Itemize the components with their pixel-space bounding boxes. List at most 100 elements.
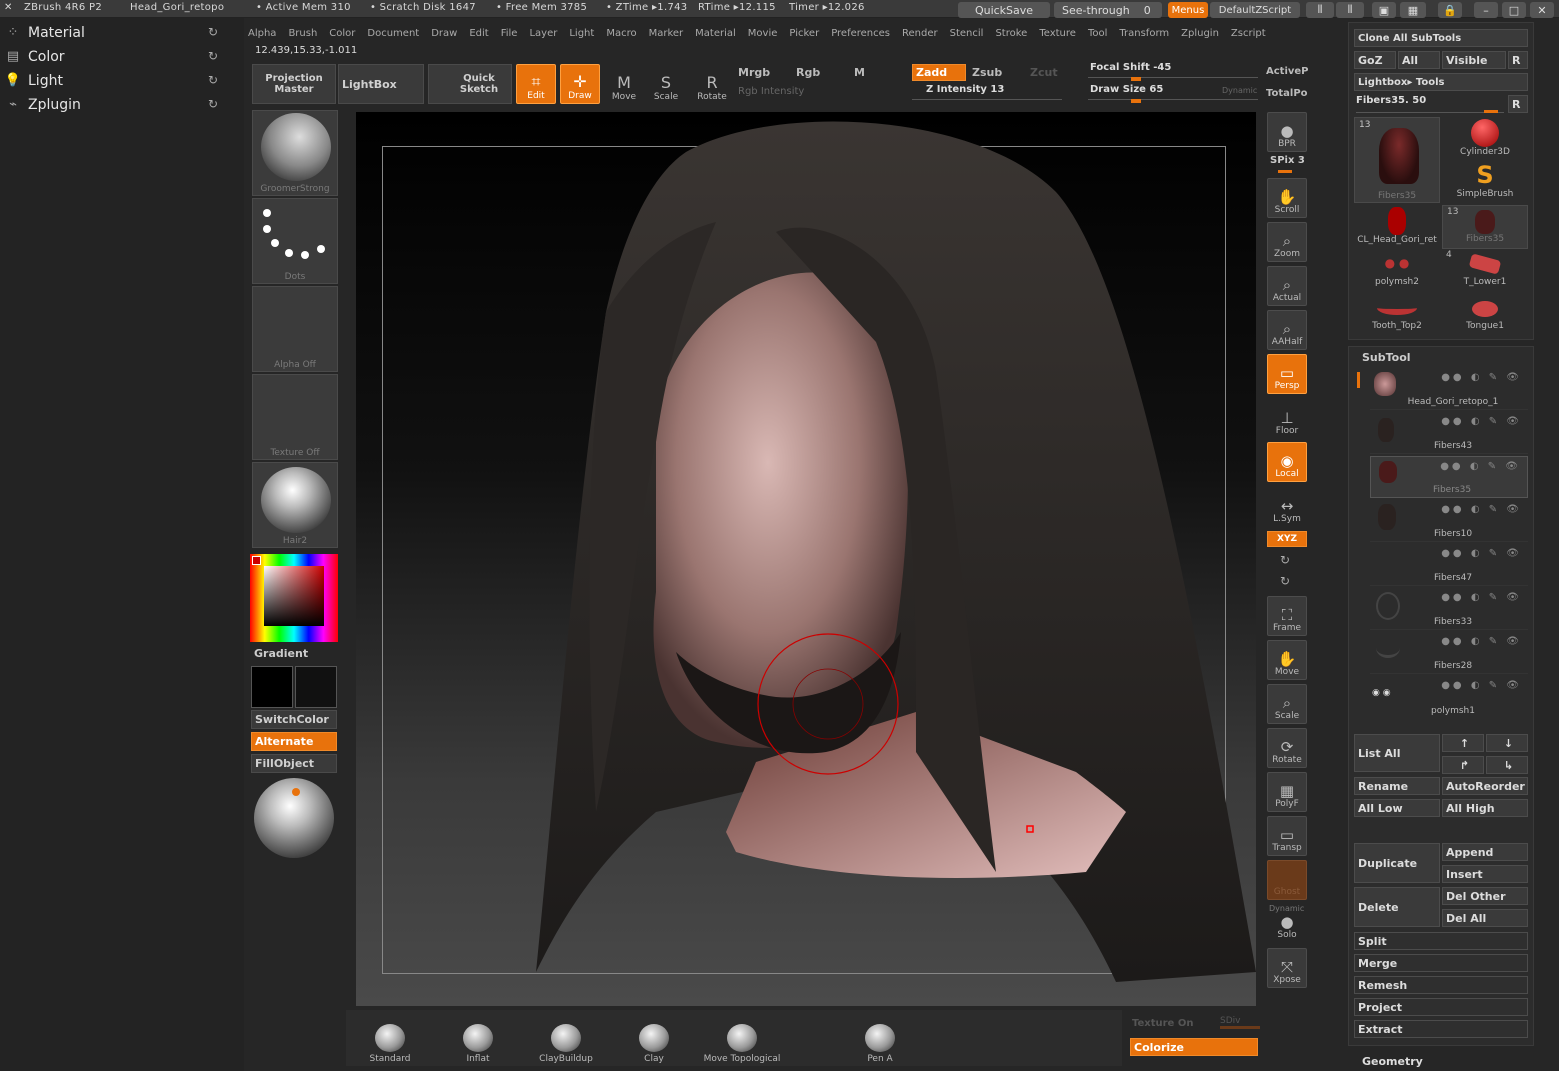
subtool-visibility-icons[interactable]: ●● ◐ ✎ 👁 <box>1441 592 1522 603</box>
light-position-dot[interactable] <box>292 788 300 796</box>
color-picker[interactable] <box>250 554 338 642</box>
draw-size-handle[interactable] <box>1131 99 1141 103</box>
split-section[interactable]: Split <box>1354 932 1528 950</box>
see-through-slider[interactable]: See-through 0 <box>1054 2 1162 18</box>
subtool-visibility-icons[interactable]: ●● ◐ ✎ 👁 <box>1440 461 1521 472</box>
refresh-icon[interactable]: ↻ <box>208 25 218 39</box>
maximize-icon[interactable]: □ <box>1502 2 1526 18</box>
r2-button[interactable]: R <box>1508 95 1528 113</box>
alternate-button[interactable]: Alternate <box>251 732 337 751</box>
polyf-button[interactable]: ▦ PolyF <box>1267 772 1307 812</box>
subtool-row-head[interactable]: ●● ◐ ✎ 👁 Head_Gori_retopo_1 <box>1370 368 1528 410</box>
zsub-button[interactable]: Zsub <box>972 66 1002 79</box>
draw-button[interactable]: ✛ Draw <box>560 64 600 104</box>
aahalf-button[interactable]: ⌕ AAHalf <box>1267 310 1307 350</box>
tool-thumb-tooth-top2[interactable]: Tooth_Top2 <box>1354 293 1440 337</box>
all-button[interactable]: All <box>1398 51 1440 69</box>
edit-button[interactable]: ⌗ Edit <box>516 64 556 104</box>
tool-slider-handle[interactable] <box>1484 110 1498 113</box>
menu-zplugin[interactable]: Zplugin <box>1181 28 1219 39</box>
actual-button[interactable]: ⌕ Actual <box>1267 266 1307 306</box>
rotate-y-icon[interactable]: ↻ <box>1280 553 1290 567</box>
r-button[interactable]: R <box>1508 51 1528 69</box>
del-all-button[interactable]: Del All <box>1442 909 1528 927</box>
menu-texture[interactable]: Texture <box>1039 28 1076 39</box>
subtool-visibility-icons[interactable]: ●● ◐ ✎ 👁 <box>1441 680 1522 691</box>
subtool-row-fibers28[interactable]: ●● ◐ ✎ 👁 Fibers28 <box>1370 632 1528 674</box>
default-zscript-button[interactable]: DefaultZScript <box>1210 2 1300 18</box>
menu-movie[interactable]: Movie <box>748 28 778 39</box>
focal-shift-slider[interactable]: Focal Shift -45 <box>1088 62 1258 78</box>
brush-move-topological-button[interactable]: Move Topological <box>702 1014 782 1064</box>
menu-light[interactable]: Light <box>569 28 594 39</box>
palette-color[interactable]: ▤ Color ↻ <box>4 46 240 68</box>
menu-draw[interactable]: Draw <box>431 28 457 39</box>
visible-button[interactable]: Visible <box>1442 51 1506 69</box>
delete-button[interactable]: Delete <box>1354 887 1440 927</box>
menu-macro[interactable]: Macro <box>606 28 636 39</box>
frame-button[interactable]: ⛶ Frame <box>1267 596 1307 636</box>
minimize-icon[interactable]: – <box>1474 2 1498 18</box>
brush-pen-a-button[interactable]: Pen A <box>856 1014 904 1064</box>
menu-stencil[interactable]: Stencil <box>950 28 984 39</box>
brush-thumbnail[interactable]: GroomerStrong <box>252 110 338 196</box>
subtool-row-fibers10[interactable]: ●● ◐ ✎ 👁 Fibers10 <box>1370 500 1528 542</box>
color-square[interactable] <box>264 566 324 626</box>
palette-material[interactable]: ⁘ Material ↻ <box>4 22 240 44</box>
local-button[interactable]: ◉ Local <box>1267 442 1307 482</box>
rgb-button[interactable]: Rgb <box>796 66 820 79</box>
z-intensity-slider[interactable]: Z Intensity 13 <box>912 84 1062 100</box>
palette-light[interactable]: 💡 Light ↻ <box>4 70 240 92</box>
menu-color[interactable]: Color <box>329 28 355 39</box>
menu-zscript[interactable]: Zscript <box>1231 28 1266 39</box>
menu-document[interactable]: Document <box>367 28 419 39</box>
append-button[interactable]: Append <box>1442 843 1528 861</box>
del-other-button[interactable]: Del Other <box>1442 887 1528 905</box>
merge-section[interactable]: Merge <box>1354 954 1528 972</box>
tool-thumb-simplebrush[interactable]: S SimpleBrush <box>1442 161 1528 205</box>
scroll-button[interactable]: ✋ Scroll <box>1267 178 1307 218</box>
window-icon[interactable]: ▣ <box>1372 2 1396 18</box>
fill-material-sphere-icon[interactable] <box>254 778 334 858</box>
subtool-title[interactable]: SubTool <box>1362 351 1411 364</box>
menu-tool[interactable]: Tool <box>1088 28 1107 39</box>
move-in-icon[interactable]: ↳ <box>1486 756 1528 774</box>
geometry-palette[interactable]: Geometry <box>1362 1055 1423 1068</box>
layout2-icon[interactable]: ⦀ <box>1336 2 1364 18</box>
tool-thumb-polymsh2[interactable]: ● ● polymsh2 <box>1354 249 1440 293</box>
refresh-icon[interactable]: ↻ <box>208 73 218 87</box>
move-button[interactable]: M Move <box>604 64 644 104</box>
xpose-button[interactable]: ⤧ Xpose <box>1267 948 1307 988</box>
quick-sketch-button[interactable]: Quick Sketch <box>428 64 512 104</box>
refresh-icon[interactable]: ↻ <box>208 49 218 63</box>
tool-thumb-fibers35[interactable]: 13 Fibers35 <box>1354 117 1440 203</box>
menu-stroke[interactable]: Stroke <box>995 28 1027 39</box>
menu-picker[interactable]: Picker <box>789 28 819 39</box>
zcut-button[interactable]: Zcut <box>1030 66 1058 79</box>
subtool-visibility-icons[interactable]: ●● ◐ ✎ 👁 <box>1441 416 1522 427</box>
fillobject-button[interactable]: FillObject <box>251 754 337 773</box>
focal-shift-handle[interactable] <box>1131 77 1141 81</box>
menu-marker[interactable]: Marker <box>649 28 684 39</box>
rotate-button[interactable]: R Rotate <box>692 64 732 104</box>
menu-file[interactable]: File <box>501 28 518 39</box>
subtool-visibility-icons[interactable]: ●● ◐ ✎ 👁 <box>1441 372 1522 383</box>
lightbox-button[interactable]: LightBox <box>338 64 424 104</box>
texture-thumbnail[interactable]: Texture Off <box>252 374 338 460</box>
main-color-swatch[interactable] <box>251 666 293 708</box>
tool-thumb-cl-head[interactable]: CL_Head_Gori_ret <box>1354 205 1440 249</box>
ghost-button[interactable]: Ghost <box>1267 860 1307 900</box>
rename-button[interactable]: Rename <box>1354 777 1440 795</box>
tool-thumb-t-lower1[interactable]: 4 T_Lower1 <box>1442 249 1528 293</box>
dynamic-toggle[interactable]: Dynamic <box>1222 86 1257 95</box>
zoom-button[interactable]: ⌕ Zoom <box>1267 222 1307 262</box>
subtool-row-fibers43[interactable]: ●● ◐ ✎ 👁 Fibers43 <box>1370 412 1528 454</box>
lightbox-tools-button[interactable]: Lightbox▸ Tools <box>1354 73 1528 91</box>
insert-button[interactable]: Insert <box>1442 865 1528 883</box>
menu-material[interactable]: Material <box>695 28 736 39</box>
persp-button[interactable]: ▭ Persp <box>1267 354 1307 394</box>
duplicate-button[interactable]: Duplicate <box>1354 843 1440 883</box>
scale-view-button[interactable]: ⌕ Scale <box>1267 684 1307 724</box>
gradient-label[interactable]: Gradient <box>254 647 308 660</box>
list-all-button[interactable]: List All <box>1354 734 1440 772</box>
